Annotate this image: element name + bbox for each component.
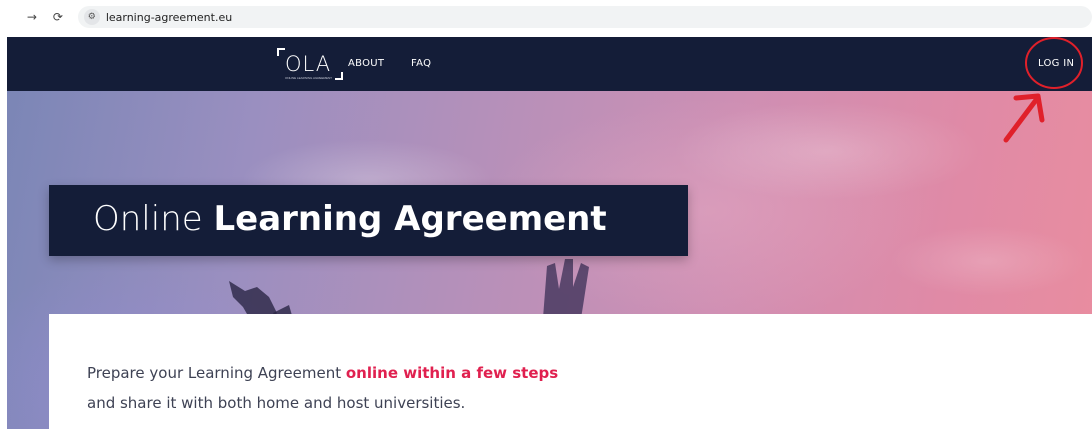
hero-banner: Online Learning Agreement Prepare your L… (7, 91, 1092, 429)
address-bar[interactable]: ⚙ learning-agreement.eu (77, 6, 1092, 28)
intro-highlight: online within a few steps (345, 364, 559, 382)
hero-title-banner: Online Learning Agreement (49, 185, 688, 256)
login-link[interactable]: LOG IN (1038, 58, 1074, 69)
intro-prefix: Prepare your Learning Agreement (87, 364, 342, 382)
site-info-icon[interactable]: ⚙ (83, 9, 100, 25)
intro-card: Prepare your Learning Agreement online w… (49, 314, 1092, 429)
intro-line-1: Prepare your Learning Agreement online w… (87, 364, 558, 382)
logo-bracket-bottom-right (335, 72, 343, 80)
title-bold-words: Learning Agreement (213, 199, 607, 239)
browser-toolbar: → ⟳ ⚙ learning-agreement.eu (0, 0, 1092, 34)
intro-line-2: and share it with both home and host uni… (87, 394, 466, 412)
page-title: Online Learning Agreement (93, 199, 607, 239)
forward-arrow-icon[interactable]: → (24, 10, 40, 24)
logo-bracket-top-left (277, 48, 285, 56)
site-header: OLA ONLINE LEARNING AGREEMENT ABOUT FAQ … (7, 37, 1092, 91)
title-light-word: Online (93, 199, 203, 239)
ola-logo[interactable]: OLA ONLINE LEARNING AGREEMENT (277, 44, 343, 84)
nav-faq-link[interactable]: FAQ (411, 58, 431, 69)
logo-text: OLA (285, 52, 332, 76)
logo-tagline: ONLINE LEARNING AGREEMENT (285, 76, 333, 80)
url-text[interactable]: learning-agreement.eu (106, 11, 232, 24)
reload-icon[interactable]: ⟳ (50, 10, 66, 24)
nav-about-link[interactable]: ABOUT (348, 58, 384, 69)
